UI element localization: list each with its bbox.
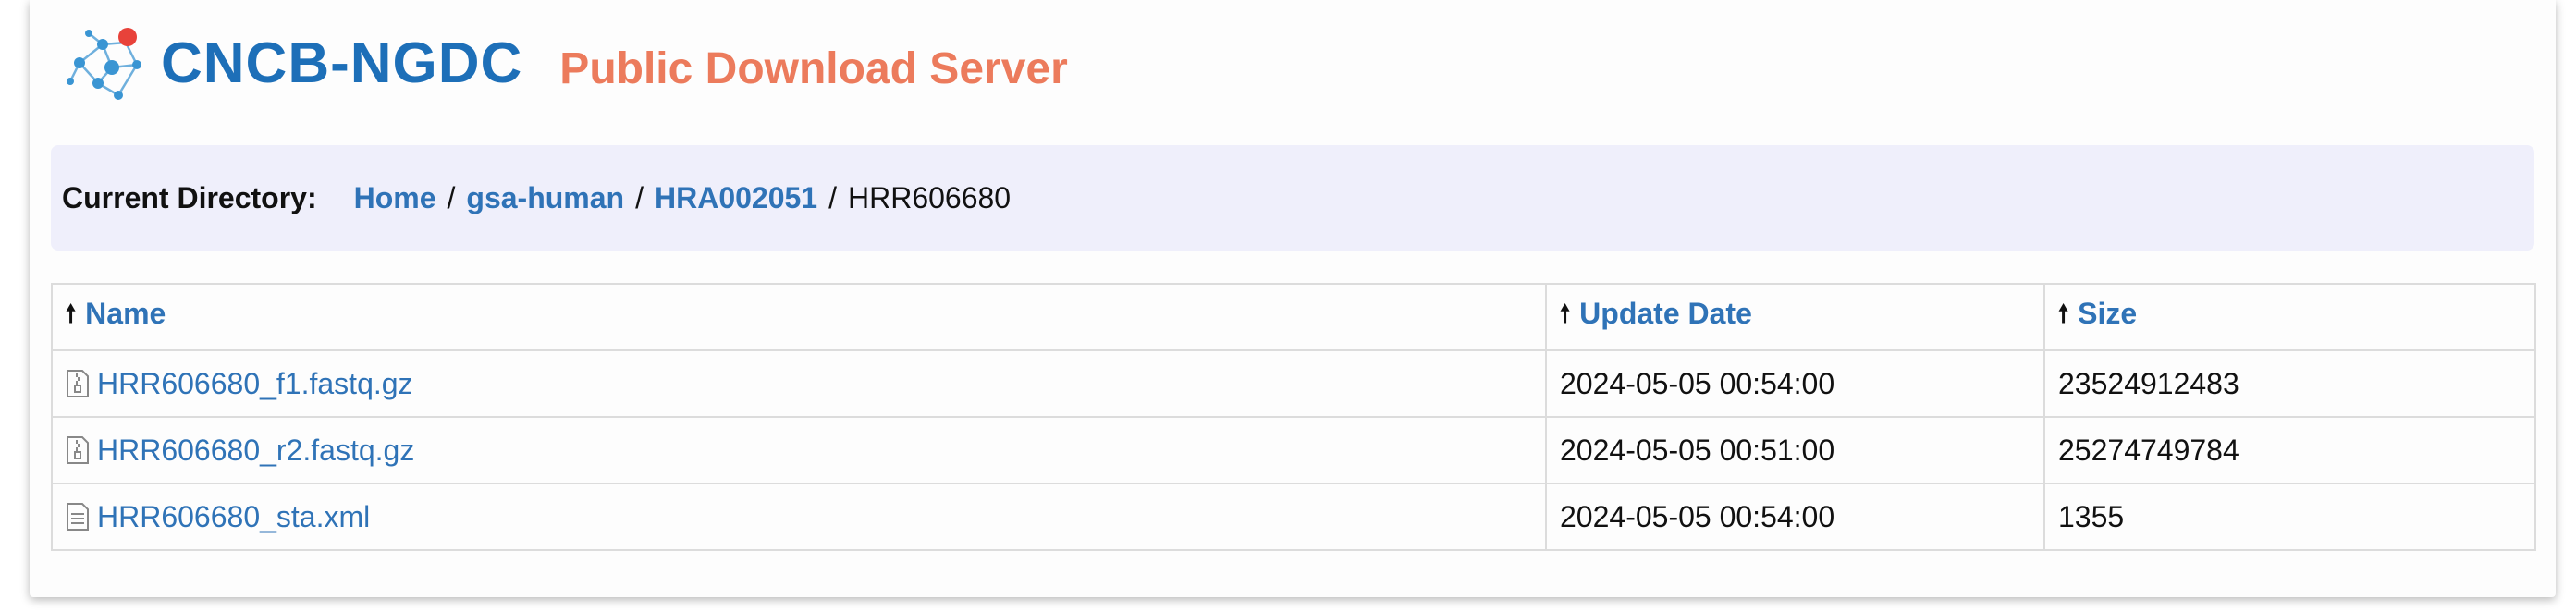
arrow-up-icon: 🠕 [66, 299, 77, 327]
archive-file-icon [67, 369, 89, 397]
size-cell: 25274749784 [2043, 416, 2536, 484]
file-name-cell: HRR606680_r2.fastq.gz [51, 416, 1547, 484]
file-link[interactable]: HRR606680_r2.fastq.gz [97, 434, 414, 467]
table-row: HRR606680_sta.xml 2024-05-05 00:54:00 13… [51, 483, 2536, 551]
column-header-label[interactable]: Size [2078, 297, 2137, 330]
site-title: Public Download Server [559, 43, 1068, 93]
breadcrumb-home[interactable]: Home [354, 181, 436, 215]
table-header-row: 🠕 Name 🠕 Update Date 🠕 Size [51, 283, 2536, 351]
update-date-cell: 2024-05-05 00:54:00 [1545, 349, 2045, 418]
table-row: HRR606680_f1.fastq.gz 2024-05-05 00:54:0… [51, 349, 2536, 418]
size-cell: 1355 [2043, 483, 2536, 551]
file-link[interactable]: HRR606680_sta.xml [97, 500, 370, 533]
breadcrumb-separator: / [635, 180, 644, 214]
arrow-up-icon: 🠕 [2058, 299, 2069, 327]
update-date-cell: 2024-05-05 00:54:00 [1545, 483, 2045, 551]
logo[interactable]: CNCB-NGDC [61, 17, 522, 109]
breadcrumb-project[interactable]: HRA002051 [655, 181, 817, 215]
update-date-cell: 2024-05-05 00:51:00 [1545, 416, 2045, 484]
archive-file-icon [67, 435, 89, 464]
arrow-up-icon: 🠕 [1560, 299, 1571, 327]
column-header-size[interactable]: 🠕 Size [2043, 283, 2536, 351]
network-logo-icon [67, 28, 141, 100]
file-table: 🠕 Name 🠕 Update Date 🠕 Size HRR606680_f1.fa… [51, 283, 2536, 551]
breadcrumb-gsa-human[interactable]: gsa-human [466, 181, 624, 215]
site-header: CNCB-NGDC Public Download Server [61, 17, 1068, 109]
file-link[interactable]: HRR606680_f1.fastq.gz [97, 367, 413, 400]
file-name-cell: HRR606680_sta.xml [51, 483, 1547, 551]
column-header-name[interactable]: 🠕 Name [51, 283, 1547, 351]
breadcrumb-current: HRR606680 [847, 180, 1012, 214]
breadcrumb: Home / gsa-human / HRA002051 / HRR606680 [354, 181, 1011, 215]
column-header-label[interactable]: Name [85, 297, 166, 330]
text-file-icon [67, 502, 89, 531]
column-header-label[interactable]: Update Date [1579, 297, 1752, 330]
current-directory-label: Current Directory: [62, 180, 317, 214]
current-directory-bar: Current Directory: Home / gsa-human / HR… [51, 145, 2534, 251]
file-name-cell: HRR606680_f1.fastq.gz [51, 349, 1547, 418]
column-header-update-date[interactable]: 🠕 Update Date [1545, 283, 2045, 351]
breadcrumb-separator: / [828, 180, 837, 214]
logo-text: CNCB-NGDC [161, 31, 523, 95]
size-cell: 23524912483 [2043, 349, 2536, 418]
table-row: HRR606680_r2.fastq.gz 2024-05-05 00:51:0… [51, 416, 2536, 484]
breadcrumb-separator: / [447, 180, 456, 214]
